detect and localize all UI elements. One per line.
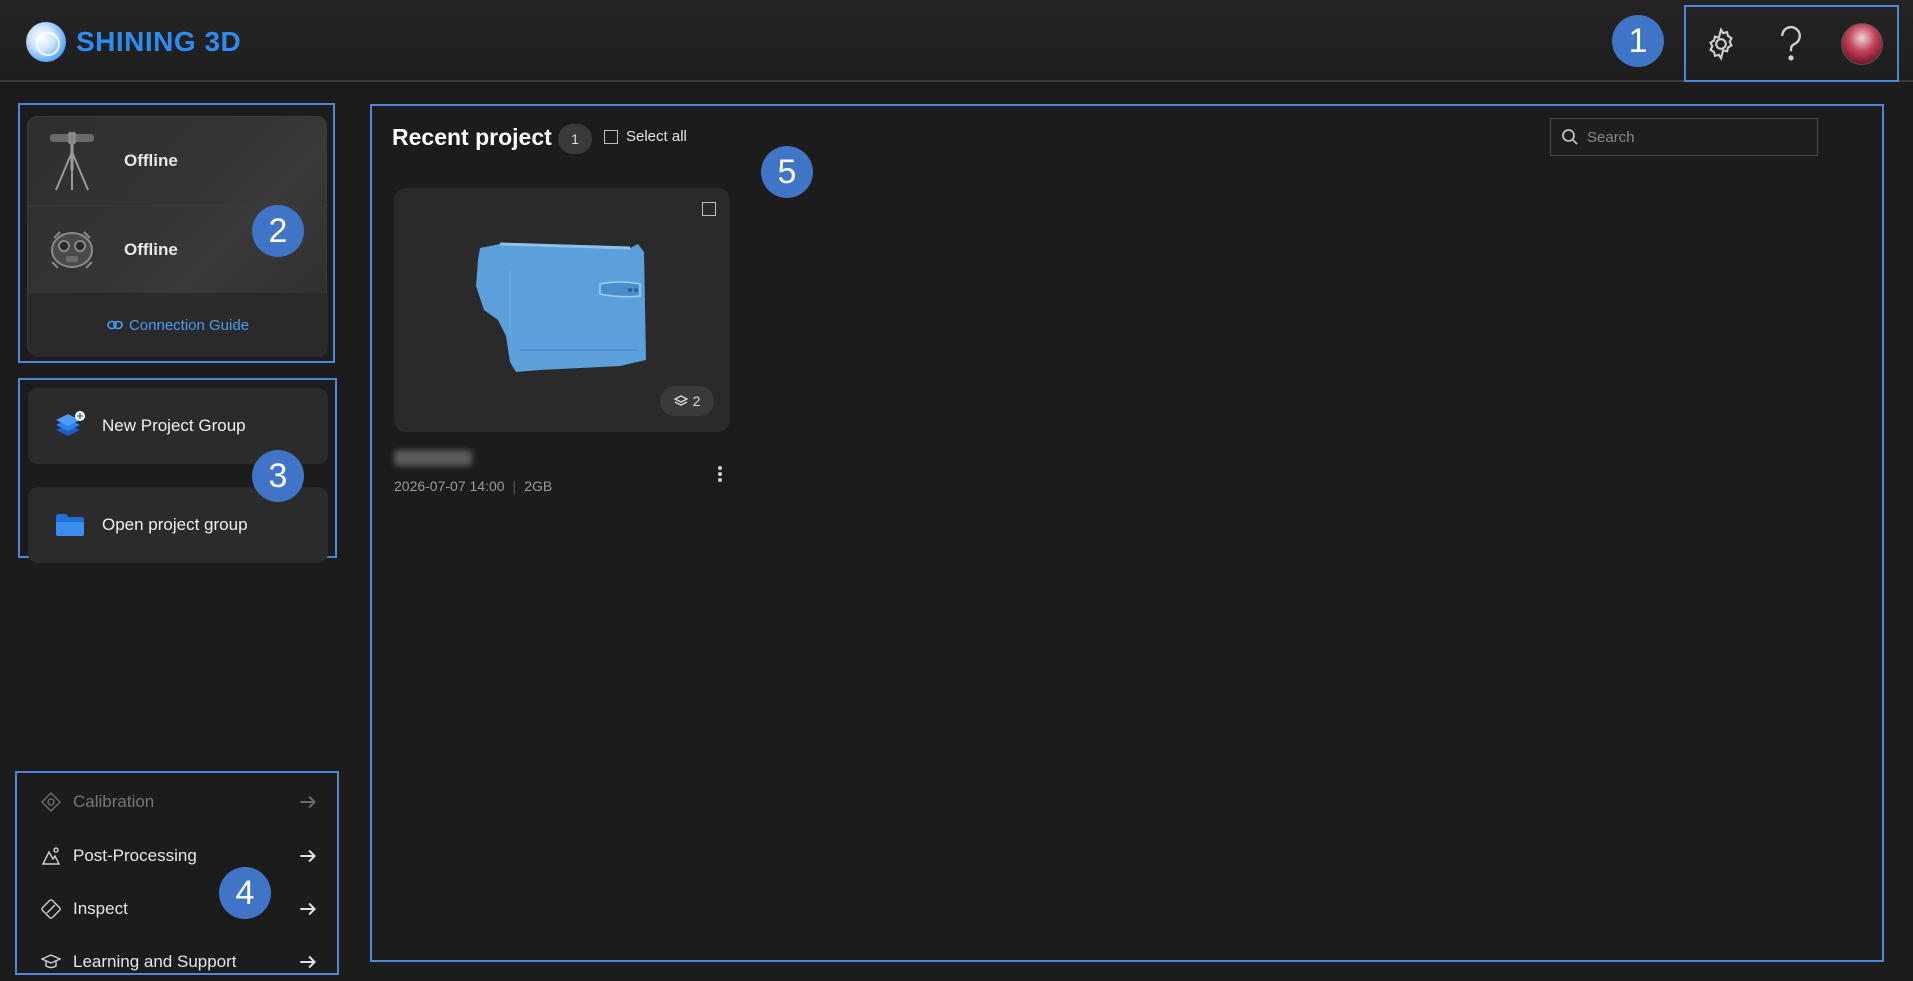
project-card[interactable]: 2	[394, 188, 730, 432]
gear-icon[interactable]	[1699, 22, 1743, 66]
tool-label: Calibration	[73, 792, 155, 811]
tools-panel: Calibration Post-Processing Inspect Lear…	[15, 771, 339, 975]
arrow-right-icon	[300, 955, 317, 969]
brand-logo: SHINING 3D	[26, 22, 241, 62]
more-options-icon[interactable]	[712, 462, 728, 486]
project-meta: 2026-07-07 14:00 | 2GB	[394, 478, 552, 494]
tool-label: Learning and Support	[73, 952, 237, 971]
callout-badge-3: 3	[252, 450, 304, 502]
tool-learning-support[interactable]: Learning and Support	[19, 937, 337, 981]
calibration-icon	[39, 790, 63, 814]
folder-icon	[50, 505, 90, 545]
recent-projects-panel: Recent project 1 Select all 2 2026-	[370, 104, 1884, 962]
car-door-thumbnail	[476, 242, 646, 372]
graduation-cap-icon	[39, 950, 63, 974]
new-project-group-label: New Project Group	[102, 416, 246, 435]
connection-guide-label: Connection Guide	[128, 316, 250, 334]
tool-calibration[interactable]: Calibration	[19, 777, 337, 827]
logo-text: SHINING 3D	[76, 26, 242, 57]
inspect-icon	[39, 897, 63, 921]
device-status: Offline	[124, 239, 178, 259]
callout-badge-5: 5	[761, 146, 813, 198]
callout-badge-4: 4	[219, 867, 271, 919]
search-icon	[1562, 129, 1578, 145]
project-size: 2GB	[524, 478, 553, 494]
link-icon	[107, 320, 123, 330]
layers-icon	[673, 395, 688, 406]
arrow-right-icon	[300, 849, 317, 863]
layer-count: 2	[692, 393, 701, 409]
page-title: Recent project	[392, 124, 552, 150]
callout-badge-2: 2	[252, 205, 304, 257]
device-row-tripod[interactable]: Offline	[28, 117, 328, 205]
logo-globe-icon	[26, 22, 66, 62]
search-input[interactable]	[1587, 128, 1807, 146]
arrow-right-icon	[300, 902, 317, 916]
new-layers-icon	[50, 406, 90, 446]
handheld-scanner-icon	[38, 216, 106, 284]
open-project-group-label: Open project group	[102, 515, 248, 534]
project-date: 2026-07-07 14:00	[394, 478, 505, 494]
header-actions	[1684, 5, 1899, 82]
tool-label: Post-Processing	[73, 846, 197, 865]
device-status: Offline	[124, 151, 178, 170]
checkbox-icon	[604, 129, 618, 144]
select-all-label: Select all	[626, 128, 687, 145]
connection-guide-link[interactable]: Connection Guide	[28, 293, 328, 357]
meta-separator: |	[512, 478, 517, 494]
help-icon[interactable]	[1769, 22, 1813, 66]
project-count-badge: 1	[558, 124, 592, 154]
post-processing-icon	[39, 844, 63, 868]
callout-badge-1: 1	[1612, 15, 1664, 67]
project-name-blurred	[394, 450, 472, 466]
tool-inspect[interactable]: Inspect	[19, 884, 337, 934]
project-select-checkbox[interactable]	[702, 202, 716, 216]
arrow-right-icon	[300, 795, 317, 809]
tool-post-processing[interactable]: Post-Processing	[19, 831, 337, 881]
layer-count-badge: 2	[660, 386, 714, 416]
select-all-checkbox[interactable]: Select all	[604, 128, 687, 145]
user-avatar[interactable]	[1840, 22, 1884, 66]
tripod-scanner-icon	[38, 127, 106, 195]
search-box[interactable]	[1550, 118, 1818, 156]
